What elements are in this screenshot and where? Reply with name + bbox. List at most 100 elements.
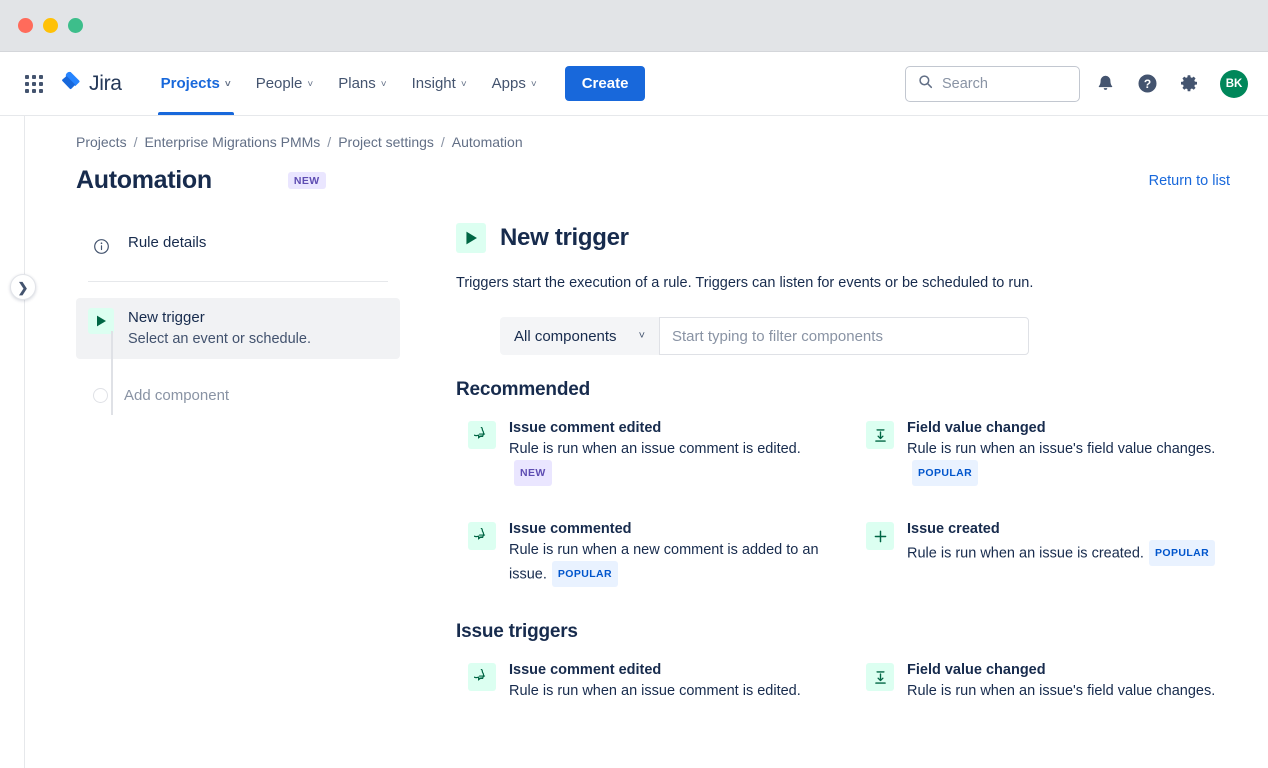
create-button[interactable]: Create	[565, 66, 646, 101]
breadcrumb-item-projects[interactable]: Projects	[76, 134, 127, 150]
rule-steps-panel: Rule details New trigger Select an event…	[76, 223, 400, 712]
jira-logo[interactable]: Jira	[60, 70, 122, 97]
field-value-changed-icon	[866, 421, 894, 449]
chevron-right-icon: ❯	[18, 281, 29, 294]
picker-header: New trigger	[456, 223, 1238, 253]
trigger-badge: POPULAR	[1149, 540, 1215, 566]
expand-sidebar-button[interactable]: ❯	[10, 274, 36, 300]
add-component-button[interactable]: Add component	[76, 387, 400, 404]
grid-apps-icon[interactable]	[22, 72, 46, 96]
info-circle-icon	[88, 233, 114, 259]
maximize-window-button[interactable]	[68, 18, 83, 33]
page-header: Automation NEW Return to list	[76, 166, 1268, 195]
rule-details-label: Rule details	[128, 233, 206, 253]
return-to-list-link[interactable]: Return to list	[1149, 173, 1230, 189]
jira-logo-text: Jira	[89, 72, 122, 96]
trigger-title: Issue created	[907, 520, 1215, 539]
search-input[interactable]: Search	[905, 66, 1080, 102]
nav-label-insight: Insight	[412, 75, 456, 92]
trigger-card-issue-commented[interactable]: Issue commented Rule is run when a new c…	[456, 510, 840, 597]
nav-item-people[interactable]: People ˅	[245, 52, 325, 115]
play-triangle-icon	[456, 223, 486, 253]
close-window-button[interactable]	[18, 18, 33, 33]
trigger-card-issue-created[interactable]: Issue created Rule is run when an issue …	[854, 510, 1238, 597]
page-body: ❯ Projects / Enterprise Migrations PMMs …	[0, 116, 1268, 768]
gear-icon[interactable]	[1172, 67, 1206, 101]
chevron-down-icon: ˅	[461, 79, 467, 90]
chevron-down-icon: ˅	[381, 79, 387, 90]
jira-logo-icon	[60, 70, 82, 97]
component-type-select[interactable]: All components ˅	[500, 317, 659, 355]
bell-icon[interactable]	[1088, 67, 1122, 101]
nav-label-people: People	[256, 75, 303, 92]
nav-right-actions: Search ? BK	[905, 66, 1248, 102]
trigger-title: Issue comment edited	[509, 419, 830, 438]
trigger-card-field-value-changed[interactable]: Field value changed Rule is run when an …	[854, 409, 1238, 496]
trigger-description: Rule is run when an issue's field value …	[907, 441, 1215, 457]
section-title-recommended: Recommended	[456, 379, 1238, 401]
breadcrumb-separator: /	[134, 134, 138, 150]
nav-item-plans[interactable]: Plans ˅	[327, 52, 397, 115]
status-badge: NEW	[288, 172, 326, 189]
comment-bubble-icon	[468, 663, 496, 691]
trigger-badge: POPULAR	[552, 561, 618, 587]
chevron-down-icon: ˅	[307, 79, 313, 90]
component-filter-row: All components ˅ Start typing to filter …	[456, 317, 1238, 355]
help-circle-icon[interactable]: ?	[1130, 67, 1164, 101]
search-icon	[918, 74, 933, 94]
breadcrumb-item-project[interactable]: Enterprise Migrations PMMs	[144, 134, 320, 150]
trigger-card-issue-comment-edited-2[interactable]: Issue comment edited Rule is run when an…	[456, 651, 840, 712]
trigger-title: Field value changed	[907, 661, 1215, 680]
component-filter-input[interactable]: Start typing to filter components	[659, 317, 1029, 355]
trigger-picker-panel: New trigger Triggers start the execution…	[400, 223, 1268, 712]
comment-bubble-icon	[468, 522, 496, 550]
main-content: Projects / Enterprise Migrations PMMs / …	[0, 116, 1268, 712]
sidebar-item-new-trigger[interactable]: New trigger Select an event or schedule.	[76, 298, 400, 359]
content-columns: Rule details New trigger Select an event…	[76, 223, 1268, 712]
trigger-title: Issue commented	[509, 520, 830, 539]
breadcrumb-separator: /	[327, 134, 331, 150]
issue-trigger-grid: Issue comment edited Rule is run when an…	[456, 651, 1238, 712]
window-controls	[18, 18, 83, 33]
avatar[interactable]: BK	[1220, 70, 1248, 98]
plus-icon	[866, 522, 894, 550]
trigger-badge: POPULAR	[912, 460, 978, 486]
field-value-changed-icon	[866, 663, 894, 691]
empty-circle-icon	[93, 388, 108, 403]
nav-item-insight[interactable]: Insight ˅	[401, 52, 478, 115]
chevron-down-icon: ˅	[639, 330, 645, 342]
minimize-window-button[interactable]	[43, 18, 58, 33]
breadcrumb-item-project-settings[interactable]: Project settings	[338, 134, 434, 150]
chevron-down-icon: ˅	[225, 79, 231, 90]
primary-nav-items: Projects ˅ People ˅ Plans ˅ Insight ˅ Ap…	[150, 52, 646, 115]
breadcrumb: Projects / Enterprise Migrations PMMs / …	[76, 134, 1268, 150]
new-trigger-title: New trigger	[128, 308, 311, 328]
trigger-card-issue-comment-edited[interactable]: Issue comment edited Rule is run when an…	[456, 409, 840, 496]
window-titlebar	[0, 0, 1268, 52]
page-title: Automation	[76, 166, 212, 195]
picker-description: Triggers start the execution of a rule. …	[456, 275, 1238, 291]
sidebar-item-rule-details[interactable]: Rule details	[76, 223, 400, 269]
top-navigation-bar: Jira Projects ˅ People ˅ Plans ˅ Insight…	[0, 52, 1268, 116]
trigger-description: Rule is run when an issue comment is edi…	[509, 441, 801, 457]
nav-label-apps: Apps	[492, 75, 526, 92]
new-trigger-subtitle: Select an event or schedule.	[128, 329, 311, 349]
trigger-title: Issue comment edited	[509, 661, 801, 680]
recommended-trigger-grid: Issue comment edited Rule is run when an…	[456, 409, 1238, 597]
search-placeholder: Search	[942, 76, 988, 92]
trigger-badge: NEW	[514, 460, 552, 486]
component-filter-placeholder: Start typing to filter components	[672, 328, 883, 345]
trigger-description: Rule is run when an issue's field value …	[907, 681, 1215, 702]
trigger-card-field-value-changed-2[interactable]: Field value changed Rule is run when an …	[854, 651, 1238, 712]
trigger-title: Field value changed	[907, 419, 1228, 438]
step-connector-line	[111, 331, 113, 415]
svg-text:?: ?	[1143, 77, 1150, 91]
nav-item-projects[interactable]: Projects ˅	[150, 52, 242, 115]
steps-divider	[88, 281, 388, 282]
comment-bubble-icon	[468, 421, 496, 449]
nav-label-plans: Plans	[338, 75, 376, 92]
nav-item-apps[interactable]: Apps ˅	[481, 52, 548, 115]
nav-label-projects: Projects	[161, 75, 220, 92]
section-title-issue-triggers: Issue triggers	[456, 621, 1238, 643]
breadcrumb-item-automation[interactable]: Automation	[452, 134, 523, 150]
